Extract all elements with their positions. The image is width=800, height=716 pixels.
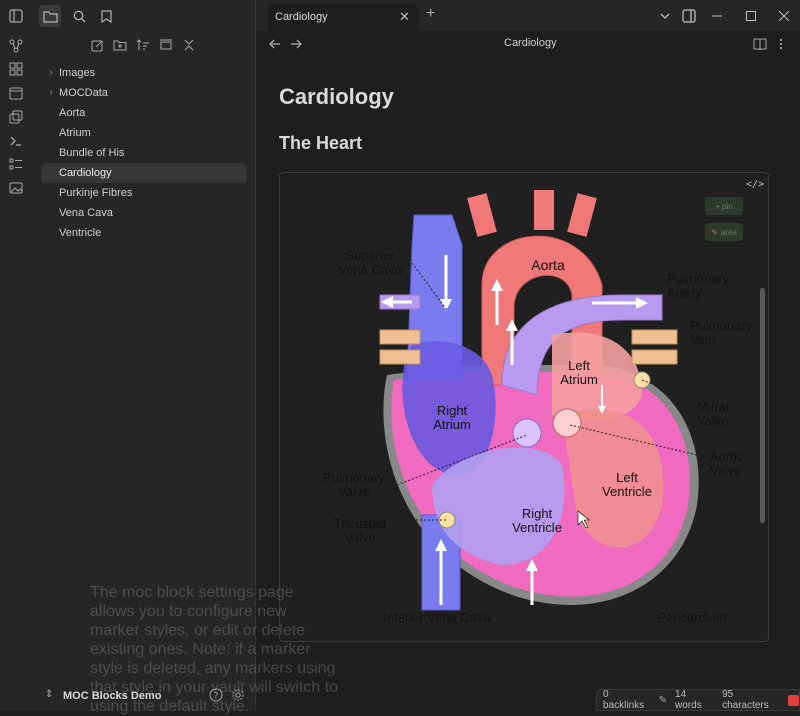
label-line: Left — [568, 358, 590, 373]
file-item-label: Cardiology — [59, 167, 112, 179]
label-line: Right — [437, 403, 468, 418]
view-title[interactable]: Cardiology — [504, 37, 557, 49]
new-note-icon[interactable] — [88, 36, 106, 54]
label-line: Mitral — [697, 399, 729, 414]
label-line: Atrium — [560, 372, 598, 387]
label-inferior-vena-cava: Inferior Vena Cava — [383, 610, 491, 625]
label-line: Valve — [710, 463, 742, 478]
label-pulmonary-valve: Pulmonary Valve — [323, 470, 386, 499]
label-line: Vena Cava — [338, 262, 402, 277]
label-line: Vein — [690, 332, 715, 347]
label-line: Artery — [667, 285, 702, 300]
label-line: Aortic — [710, 449, 744, 464]
label-line: Pulmonary — [690, 318, 752, 333]
right-sidebar-toggle-icon[interactable] — [679, 6, 699, 26]
file-item-label: Atrium — [59, 127, 91, 139]
collapse-all-icon[interactable] — [180, 36, 198, 54]
label-line: Tricuspid — [334, 516, 386, 531]
label-pulmonary-vein: Pulmonary Vein — [690, 318, 752, 347]
overlay-caption: The moc block settings page allows you t… — [90, 584, 339, 715]
character-count: 95 characters — [722, 689, 769, 711]
label-line: Superior — [345, 248, 395, 263]
more-options-icon[interactable] — [772, 35, 790, 53]
file-item-ventricle[interactable]: Ventricle — [41, 223, 247, 243]
section-heading: The Heart — [279, 133, 363, 153]
maximize-icon[interactable] — [741, 6, 761, 26]
file-item-label: Aorta — [59, 107, 86, 119]
label-right-atrium: Right Atrium — [433, 403, 471, 432]
folder-icon[interactable] — [39, 5, 61, 27]
minimize-icon[interactable] — [707, 6, 727, 26]
label-line: Valve — [344, 530, 376, 545]
moc-block[interactable]: </> + pin ✎ area Superior Vena Cava Aort… — [279, 172, 769, 642]
canvas-icon[interactable] — [6, 59, 26, 79]
bookmark-icon[interactable] — [95, 5, 117, 27]
tab-list-chevron-icon[interactable] — [655, 6, 675, 26]
label-line: Ventricle — [512, 520, 562, 535]
file-item-label: Vena Cava — [59, 207, 113, 219]
forward-arrow-icon[interactable] — [287, 35, 305, 53]
word-count: 14 words — [675, 689, 702, 711]
label-line: Right — [522, 506, 553, 521]
sync-status-icon[interactable] — [788, 694, 799, 706]
label-aortic-valve: Aortic Valve — [710, 449, 744, 478]
backlinks-count[interactable]: 0 backlinks — [603, 689, 651, 711]
label-line: Valve — [697, 413, 729, 428]
label-pericardium: Pericardium — [657, 610, 726, 625]
heart-diagram: Superior Vena Cava Aorta Pulmonary Artery … — [323, 190, 752, 625]
scrollbar[interactable] — [760, 288, 765, 523]
new-folder-icon[interactable] — [111, 36, 129, 54]
chevron-right-icon: › — [49, 87, 53, 98]
label-superior-vena-cava: Superior Vena Cava — [338, 248, 402, 277]
note-title[interactable]: Cardiology — [279, 84, 394, 110]
edit-pencil-icon[interactable]: ✎ — [659, 695, 667, 706]
reading-view-book-icon[interactable] — [751, 35, 769, 53]
search-icon[interactable] — [68, 5, 90, 27]
file-item-label: MOCData — [59, 87, 108, 99]
close-tab-icon[interactable]: ✕ — [399, 9, 410, 25]
file-item-label: Images — [59, 67, 96, 79]
label-line: Ventricle — [602, 484, 652, 499]
list-icon[interactable] — [6, 154, 26, 174]
file-item-aorta[interactable]: Aorta — [41, 103, 247, 123]
folder-item-images[interactable]: › Images — [41, 63, 247, 83]
file-item-cardiology[interactable]: Cardiology — [41, 163, 247, 183]
file-item-vena-cava[interactable]: Vena Cava — [41, 203, 247, 223]
file-item-label: Bundle of His — [59, 147, 125, 159]
label-aorta: Aorta — [531, 257, 565, 273]
auto-reveal-icon[interactable] — [157, 36, 175, 54]
file-item-label: Ventricle — [59, 227, 102, 239]
graph-view-icon[interactable] — [6, 36, 26, 56]
new-tab-icon[interactable]: + — [426, 5, 435, 23]
file-item-atrium[interactable]: Atrium — [41, 123, 247, 143]
view-header: Cardiology — [256, 31, 800, 57]
image-icon[interactable] — [6, 178, 26, 198]
label-line: Pulmonary — [667, 271, 730, 286]
status-bar: 0 backlinks ✎ 14 words 95 characters — [596, 689, 800, 711]
tab-title: Cardiology — [275, 11, 328, 23]
ribbon — [0, 0, 34, 711]
label-pulmonary-artery: Pulmonary Artery — [667, 271, 730, 300]
close-window-icon[interactable] — [774, 6, 794, 26]
terminal-icon[interactable] — [6, 131, 26, 151]
label-line: Pulmonary — [323, 470, 386, 485]
file-item-bundle-of-his[interactable]: Bundle of His — [41, 143, 247, 163]
back-arrow-icon[interactable] — [266, 35, 284, 53]
sort-icon[interactable] — [134, 36, 152, 54]
label-line: Left — [616, 470, 638, 485]
sidebar-toggle-icon[interactable] — [6, 6, 26, 26]
folder-item-mocdata[interactable]: › MOCData — [41, 83, 247, 103]
chevron-right-icon: › — [49, 67, 53, 78]
label-mitral-valve: Mitral Valve — [697, 399, 729, 428]
file-item-label: Purkinje Fibres — [59, 187, 133, 199]
copy-icon[interactable] — [6, 107, 26, 127]
label-line: Atrium — [433, 417, 471, 432]
file-item-purkinje-fibres[interactable]: Purkinje Fibres — [41, 183, 247, 203]
tab-cardiology[interactable]: Cardiology ✕ — [268, 4, 418, 31]
tab-bar: Cardiology ✕ + — [256, 0, 800, 31]
label-tricuspid-valve: Tricuspid Valve — [334, 516, 386, 545]
calendar-icon[interactable] — [6, 83, 26, 103]
chevron-updown-icon: ⇕ — [45, 689, 54, 700]
label-line: Valve — [338, 484, 370, 499]
